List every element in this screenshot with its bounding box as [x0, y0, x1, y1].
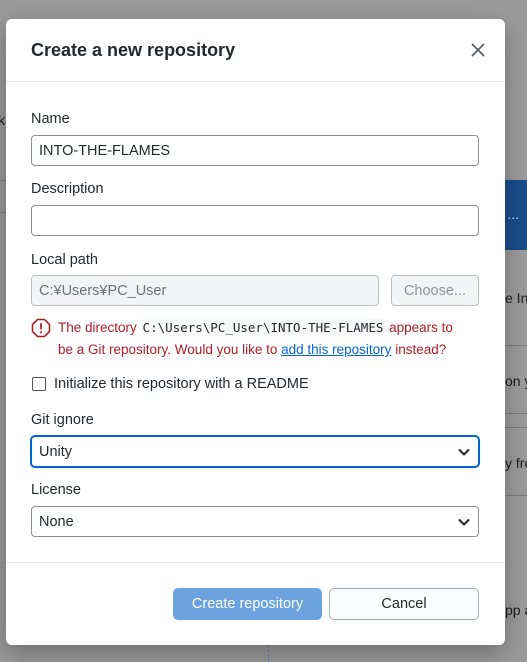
- background-text: on y: [505, 373, 527, 389]
- background-ellipsis: ...: [507, 206, 519, 222]
- readme-checkbox-label[interactable]: Initialize this repository with a README: [54, 376, 309, 392]
- background-text: e In: [505, 290, 527, 306]
- license-label: License: [31, 482, 81, 498]
- background-text: pp a: [505, 602, 527, 618]
- name-input[interactable]: INTO-THE-FLAMES: [31, 135, 479, 166]
- background-divider: [505, 413, 527, 414]
- local-path-label: Local path: [31, 252, 98, 268]
- create-repository-button[interactable]: Create repository: [173, 588, 322, 620]
- gitignore-select[interactable]: Unity: [31, 436, 479, 467]
- name-input-value: INTO-THE-FLAMES: [39, 142, 171, 159]
- alert-octagon-icon: [31, 318, 51, 338]
- close-button[interactable]: [468, 40, 488, 60]
- readme-option[interactable]: Initialize this repository with a README: [31, 376, 309, 392]
- cancel-button[interactable]: Cancel: [329, 588, 479, 620]
- license-selected-value: None: [39, 513, 74, 530]
- close-icon: [471, 43, 485, 57]
- dialog-header: Create a new repository: [6, 19, 505, 82]
- chevron-down-icon: [458, 448, 470, 455]
- local-path-input[interactable]: C:¥Users¥PC_User: [31, 275, 379, 306]
- description-label: Description: [31, 181, 104, 197]
- local-path-value: C:¥Users¥PC_User: [39, 282, 167, 299]
- warning-prefix: The directory: [58, 320, 137, 335]
- create-repository-dialog: Create a new repository Name INTO-THE-FL…: [6, 19, 505, 645]
- dialog-footer: Create repository Cancel: [6, 562, 505, 645]
- warning-suffix: instead?: [395, 342, 447, 357]
- choose-button[interactable]: Choose...: [391, 275, 479, 306]
- readme-checkbox[interactable]: [32, 377, 46, 391]
- add-this-repository-link[interactable]: add this repository: [281, 342, 391, 357]
- gitignore-label: Git ignore: [31, 412, 94, 428]
- background-divider: [505, 427, 527, 428]
- background-divider: [505, 495, 527, 496]
- git-repository-warning: The directory C:\Users\PC_User\INTO-THE-…: [31, 317, 471, 361]
- background-text: y fro: [505, 455, 527, 471]
- name-label: Name: [31, 111, 70, 127]
- dialog-title: Create a new repository: [31, 39, 236, 60]
- gitignore-selected-value: Unity: [39, 443, 73, 460]
- description-input[interactable]: [31, 205, 479, 236]
- license-select[interactable]: None: [31, 506, 479, 537]
- chevron-down-icon: [458, 518, 470, 525]
- warning-path: C:\Users\PC_User\INTO-THE-FLAMES: [140, 319, 386, 336]
- background-divider: [505, 345, 527, 346]
- warning-text: The directory C:\Users\PC_User\INTO-THE-…: [58, 317, 471, 361]
